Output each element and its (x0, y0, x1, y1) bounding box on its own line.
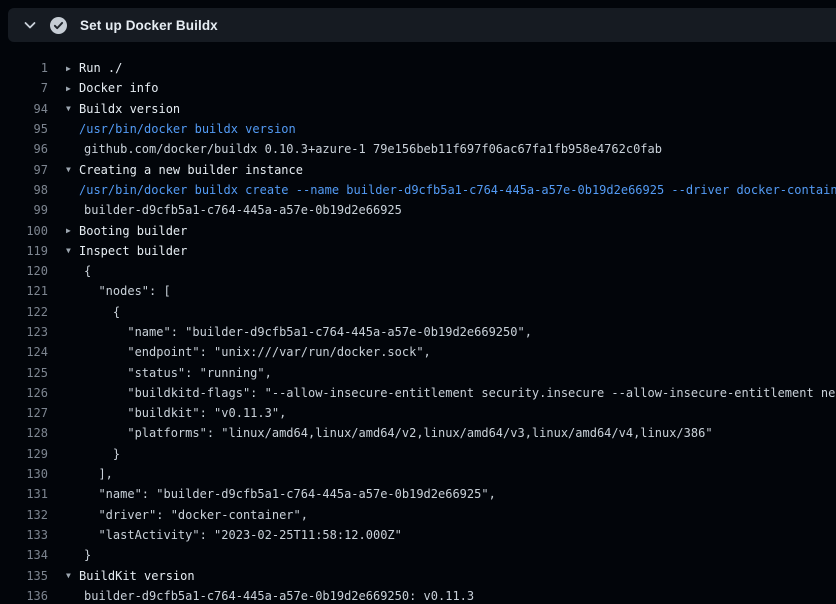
log-line: 133 "lastActivity": "2023-02-25T11:58:12… (0, 525, 836, 545)
group-caret-icon[interactable]: ▶ (66, 64, 79, 73)
group-caret-icon[interactable]: ▼ (66, 571, 79, 580)
line-text: /usr/bin/docker buildx create --name bui… (79, 183, 836, 197)
line-number[interactable]: 98 (0, 183, 48, 197)
line-number[interactable]: 133 (0, 528, 48, 542)
line-text: BuildKit version (79, 569, 195, 583)
line-number[interactable]: 124 (0, 345, 48, 359)
line-text: ], (79, 467, 113, 481)
log-line: 120 { (0, 261, 836, 281)
line-text: { (79, 264, 91, 278)
log-line: 125 "status": "running", (0, 362, 836, 382)
line-number[interactable]: 131 (0, 487, 48, 501)
line-text: "name": "builder-d9cfb5a1-c764-445a-a57e… (79, 487, 496, 501)
line-text: { (79, 305, 120, 319)
log-group-header[interactable]: 94 ▼ Buildx version (0, 99, 836, 119)
log-line: 121 "nodes": [ (0, 281, 836, 301)
log-group-header[interactable]: 135 ▼ BuildKit version (0, 565, 836, 585)
group-caret-icon[interactable]: ▼ (66, 104, 79, 113)
log-line: 131 "name": "builder-d9cfb5a1-c764-445a-… (0, 484, 836, 504)
log-line: 129 } (0, 444, 836, 464)
log-line: 122 { (0, 302, 836, 322)
line-number[interactable]: 99 (0, 203, 48, 217)
line-number[interactable]: 123 (0, 325, 48, 339)
line-number[interactable]: 1 (0, 61, 48, 75)
log-line: 124 "endpoint": "unix:///var/run/docker.… (0, 342, 836, 362)
log-line: 132 "driver": "docker-container", (0, 505, 836, 525)
line-text: } (79, 548, 91, 562)
log-line: 136 builder-d9cfb5a1-c764-445a-a57e-0b19… (0, 586, 836, 604)
line-text: "nodes": [ (79, 284, 171, 298)
line-text: "status": "running", (79, 366, 272, 380)
line-number[interactable]: 95 (0, 122, 48, 136)
line-number[interactable]: 128 (0, 426, 48, 440)
line-number[interactable]: 119 (0, 244, 48, 258)
line-text: builder-d9cfb5a1-c764-445a-a57e-0b19d2e6… (79, 203, 402, 217)
line-text: Docker info (79, 81, 158, 95)
log-group-header[interactable]: 97 ▼ Creating a new builder instance (0, 159, 836, 179)
line-number[interactable]: 125 (0, 366, 48, 380)
log-line: 99 builder-d9cfb5a1-c764-445a-a57e-0b19d… (0, 200, 836, 220)
line-text: Inspect builder (79, 244, 187, 258)
log-line: 126 "buildkitd-flags": "--allow-insecure… (0, 383, 836, 403)
log-line: 96 github.com/docker/buildx 0.10.3+azure… (0, 139, 836, 159)
line-number[interactable]: 100 (0, 224, 48, 238)
line-text: "driver": "docker-container", (79, 508, 308, 522)
line-number[interactable]: 97 (0, 163, 48, 177)
line-text: } (79, 447, 120, 461)
line-number[interactable]: 130 (0, 467, 48, 481)
log-line: 128 "platforms": "linux/amd64,linux/amd6… (0, 423, 836, 443)
line-text: Run ./ (79, 61, 122, 75)
log-line: 123 "name": "builder-d9cfb5a1-c764-445a-… (0, 322, 836, 342)
line-number[interactable]: 120 (0, 264, 48, 278)
line-text: github.com/docker/buildx 0.10.3+azure-1 … (79, 142, 662, 156)
line-text: /usr/bin/docker buildx version (79, 122, 296, 136)
log-output: 1 ▶ Run ./ 7 ▶ Docker info 94 ▼ Buildx v… (0, 42, 836, 604)
group-caret-icon[interactable]: ▼ (66, 246, 79, 255)
line-number[interactable]: 132 (0, 508, 48, 522)
line-text: "platforms": "linux/amd64,linux/amd64/v2… (79, 426, 713, 440)
line-number[interactable]: 126 (0, 386, 48, 400)
line-text: "buildkit": "v0.11.3", (79, 406, 286, 420)
log-line: 127 "buildkit": "v0.11.3", (0, 403, 836, 423)
log-line: 98 /usr/bin/docker buildx create --name … (0, 180, 836, 200)
line-number[interactable]: 129 (0, 447, 48, 461)
log-line: 130 ], (0, 464, 836, 484)
log-group-header[interactable]: 7 ▶ Docker info (0, 78, 836, 98)
log-line: 95 /usr/bin/docker buildx version (0, 119, 836, 139)
line-text: builder-d9cfb5a1-c764-445a-a57e-0b19d2e6… (79, 589, 474, 603)
group-caret-icon[interactable]: ▶ (66, 226, 79, 235)
log-group-header[interactable]: 1 ▶ Run ./ (0, 58, 836, 78)
line-number[interactable]: 121 (0, 284, 48, 298)
line-text: "lastActivity": "2023-02-25T11:58:12.000… (79, 528, 402, 542)
line-text: "buildkitd-flags": "--allow-insecure-ent… (79, 386, 836, 400)
line-number[interactable]: 127 (0, 406, 48, 420)
line-number[interactable]: 136 (0, 589, 48, 603)
group-caret-icon[interactable]: ▼ (66, 165, 79, 174)
line-number[interactable]: 135 (0, 569, 48, 583)
log-line: 134 } (0, 545, 836, 565)
log-group-header[interactable]: 100 ▶ Booting builder (0, 220, 836, 240)
line-number[interactable]: 7 (0, 81, 48, 95)
line-number[interactable]: 122 (0, 305, 48, 319)
line-text: "endpoint": "unix:///var/run/docker.sock… (79, 345, 431, 359)
line-text: Buildx version (79, 102, 180, 116)
line-number[interactable]: 96 (0, 142, 48, 156)
line-number[interactable]: 134 (0, 548, 48, 562)
line-text: Creating a new builder instance (79, 163, 303, 177)
line-text: Booting builder (79, 224, 187, 238)
chevron-down-icon[interactable] (18, 13, 42, 37)
line-text: "name": "builder-d9cfb5a1-c764-445a-a57e… (79, 325, 532, 339)
group-caret-icon[interactable]: ▶ (66, 84, 79, 93)
log-group-header[interactable]: 119 ▼ Inspect builder (0, 241, 836, 261)
line-number[interactable]: 94 (0, 102, 48, 116)
step-title: Set up Docker Buildx (80, 18, 218, 33)
step-header[interactable]: Set up Docker Buildx (8, 8, 836, 42)
check-circle-icon (50, 17, 67, 34)
